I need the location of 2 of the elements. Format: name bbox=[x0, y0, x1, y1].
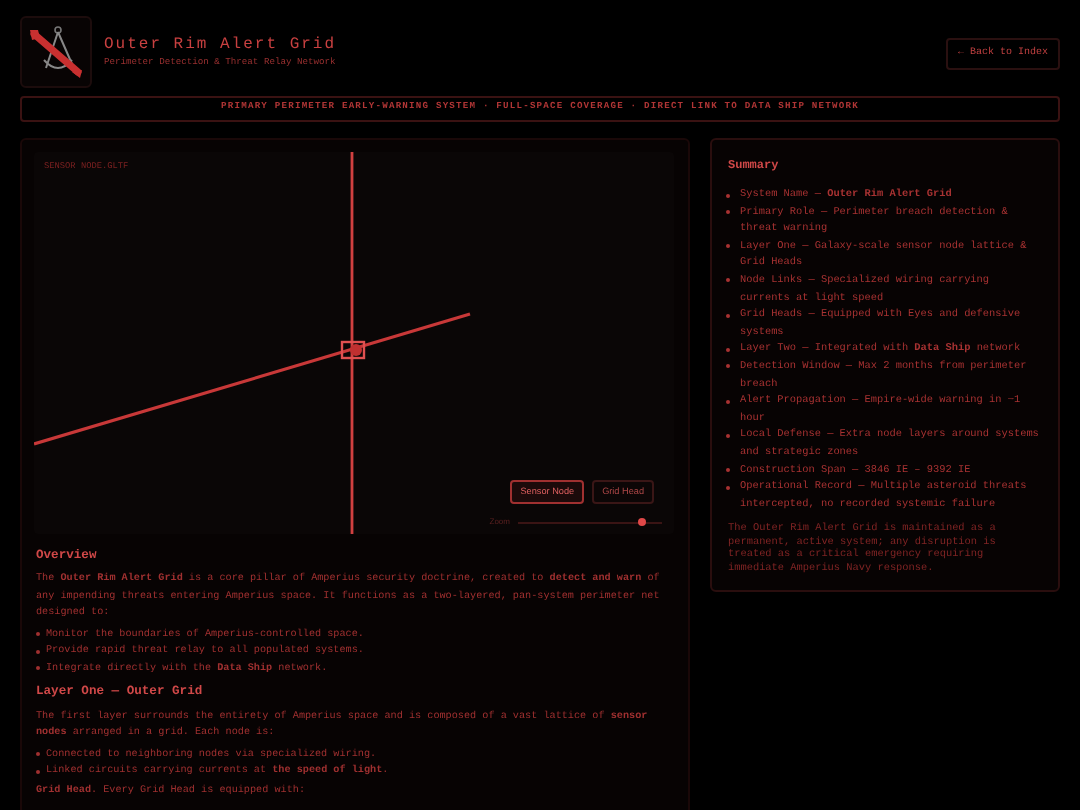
app-title: Outer Rim Alert Grid bbox=[104, 35, 337, 55]
slider-thumb[interactable] bbox=[637, 517, 646, 525]
